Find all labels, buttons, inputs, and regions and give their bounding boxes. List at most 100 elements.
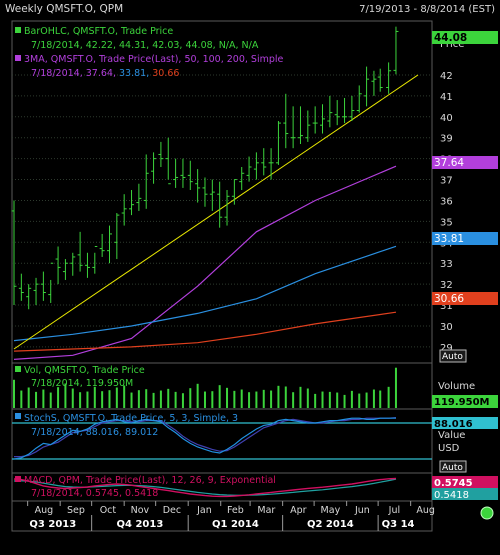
ma50-tag: 37.64 xyxy=(434,157,464,169)
quarter-label: Q3 2013 xyxy=(29,519,76,530)
volume-bar xyxy=(358,393,361,408)
volume-bar xyxy=(328,391,331,408)
macd-signal-tag: 0.5418 xyxy=(434,490,469,501)
price-tick-label: 30 xyxy=(440,322,453,333)
month-label: Aug xyxy=(35,505,54,516)
volume-bar xyxy=(189,388,192,408)
volume-bar xyxy=(240,389,243,408)
volume-bar xyxy=(284,386,287,408)
stoch-axis-title: Value xyxy=(438,430,465,441)
volume-bar xyxy=(27,387,30,408)
legend-swatch-macd xyxy=(15,476,21,482)
volume-bar xyxy=(152,392,155,408)
volume-bar xyxy=(350,390,353,408)
volume-bar xyxy=(13,379,15,408)
price-tick-label: 36 xyxy=(440,196,453,207)
stoch-legend-values: 7/18/2014, 88.016, 89.012 xyxy=(31,427,158,438)
volume-bar xyxy=(233,390,236,408)
price-tick-label: 37 xyxy=(440,176,453,187)
volume-bar xyxy=(270,390,273,408)
quarter-label: Q4 2013 xyxy=(117,519,164,530)
month-label: Feb xyxy=(227,505,244,516)
volume-bar xyxy=(248,392,251,408)
volume-bar xyxy=(108,390,111,408)
month-label: Jan xyxy=(196,505,212,516)
volume-bar xyxy=(299,386,302,408)
volume-bar xyxy=(365,392,368,408)
stoch-axis-unit: USD xyxy=(438,443,460,454)
month-label: May xyxy=(321,505,341,516)
stoch-tag: 88.016 xyxy=(434,419,473,430)
month-label: Sep xyxy=(67,505,85,516)
volume-bar xyxy=(372,389,375,408)
month-label: Aug xyxy=(416,505,435,516)
price-tick-label: 32 xyxy=(440,280,453,291)
price-tick-label: 35 xyxy=(440,217,453,228)
legend-swatch-ma xyxy=(15,55,21,61)
quarter-label: Q3 14 xyxy=(382,519,415,530)
volume-bar xyxy=(115,387,118,408)
volume-bar xyxy=(86,391,89,408)
status-dot-icon[interactable] xyxy=(480,506,494,520)
macd-legend-title: MACD, QPM, Trade Price(Last), 12, 26, 9,… xyxy=(24,475,276,486)
volume-bar xyxy=(35,391,38,408)
stoch-legend-title: StochS, QMSFT.O, Trade Price, 5, 3, Simp… xyxy=(24,413,238,424)
volume-bar xyxy=(101,391,104,408)
price-tick-label: 41 xyxy=(440,92,453,103)
month-label: Apr xyxy=(290,505,307,516)
ma200-tag: 30.66 xyxy=(434,293,464,305)
volume-bar xyxy=(71,388,74,408)
volume-bar xyxy=(314,393,317,408)
volume-bar xyxy=(130,392,133,408)
last-price-tag: 44.08 xyxy=(434,32,467,44)
volume-bar xyxy=(387,386,390,408)
volume-bar xyxy=(343,394,346,408)
price-tick-label: 42 xyxy=(440,71,453,82)
chart-title: Weekly QMSFT.O, QPM xyxy=(5,3,123,15)
ma100-tag: 33.81 xyxy=(434,233,464,245)
price-tick-label: 39 xyxy=(440,134,453,145)
legend-ma-values: 7/18/2014, 37.64, 33.81, 30.66 xyxy=(31,68,179,79)
volume-bar xyxy=(79,392,82,408)
volume-bar xyxy=(277,385,280,408)
volume-bar xyxy=(218,385,221,408)
month-label: Oct xyxy=(100,505,117,516)
legend-swatch-bar xyxy=(15,27,21,33)
volume-bar xyxy=(262,389,265,408)
month-label: Jun xyxy=(354,505,370,516)
vol-legend-values: 7/18/2014, 119.950M xyxy=(31,378,133,389)
month-label: Dec xyxy=(163,505,181,516)
macd-legend-values: 7/18/2014, 0.5745, 0.5418 xyxy=(31,488,158,499)
volume-bar xyxy=(93,386,96,408)
volume-bar xyxy=(394,367,397,408)
volume-bar xyxy=(306,388,309,408)
volume-bar xyxy=(145,389,148,408)
legend-bar-values: 7/18/2014, 42.22, 44.31, 42.03, 44.08, N… xyxy=(31,40,259,51)
volume-bar xyxy=(292,392,295,408)
price-tick-label: 33 xyxy=(440,259,453,270)
background xyxy=(0,0,500,551)
volume-bar xyxy=(203,391,206,408)
volume-bar xyxy=(159,390,162,408)
month-label: Mar xyxy=(257,505,275,516)
price-auto-label: Auto xyxy=(442,352,463,362)
legend-ma-title: 3MA, QMSFT.O, Trade Price(Last), 50, 100… xyxy=(24,54,284,65)
chart-window: Weekly QMSFT.O, QPM 7/19/2013 - 8/8/2014… xyxy=(0,0,500,551)
stoch-auto-label: Auto xyxy=(442,463,463,473)
volume-bar xyxy=(174,391,177,408)
volume-bar xyxy=(211,391,214,408)
volume-bar xyxy=(196,383,199,408)
legend-swatch-stoch xyxy=(15,413,21,419)
volume-axis-title: Volume xyxy=(438,381,475,392)
volume-bar xyxy=(42,389,45,408)
price-tick-label: 40 xyxy=(440,113,453,124)
volume-bar xyxy=(20,390,23,408)
macd-tag: 0.5745 xyxy=(434,478,473,489)
quarter-label: Q2 2014 xyxy=(307,519,354,530)
volume-bar xyxy=(379,390,382,408)
date-range: 7/19/2013 - 8/8/2014 (EST) xyxy=(359,4,495,15)
volume-bar xyxy=(255,391,258,408)
volume-bar xyxy=(181,393,184,408)
volume-bar xyxy=(49,392,52,408)
month-label: Nov xyxy=(131,505,150,516)
